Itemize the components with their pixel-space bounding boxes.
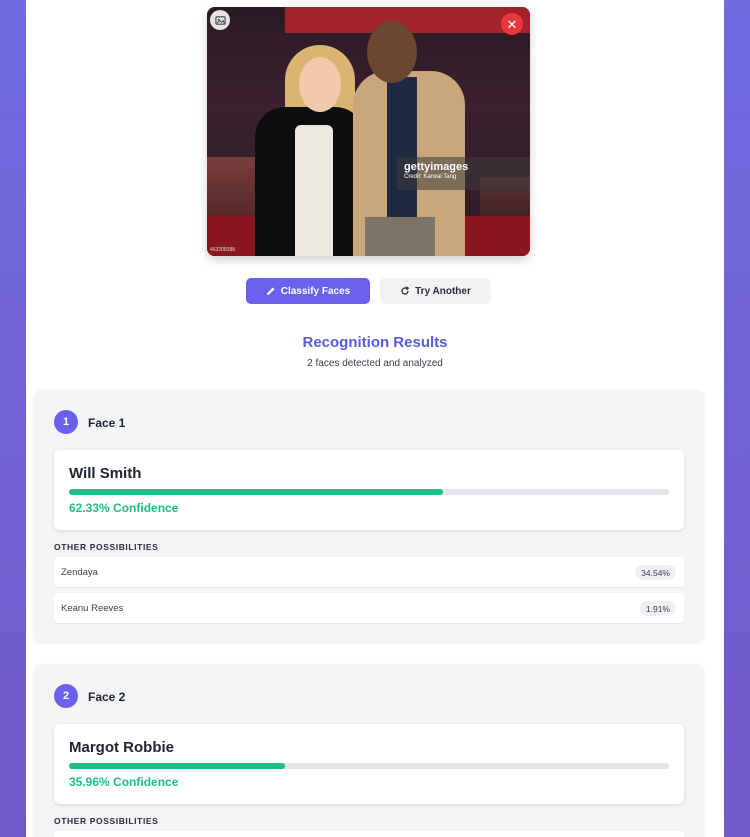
other-possibilities-title: OTHER POSSIBILITIES <box>54 816 159 826</box>
top-match-card: Margot Robbie 35.96% Confidence <box>54 724 684 804</box>
face-card-2: 2 Face 2 Margot Robbie 35.96% Confidence… <box>34 664 704 837</box>
confidence-text: 62.33% Confidence <box>69 501 179 515</box>
watermark: gettyimages Credit: Karwai Tang <box>397 157 530 190</box>
person-left-face <box>299 57 341 112</box>
face-number-badge: 1 <box>54 410 78 434</box>
top-match-name: Margot Robbie <box>69 739 174 756</box>
watermark-logo: gettyimages <box>404 161 469 173</box>
top-match-card: Will Smith 62.33% Confidence <box>54 450 684 530</box>
image-icon[interactable] <box>210 10 230 30</box>
classify-faces-button[interactable]: Classify Faces <box>246 278 370 304</box>
watermark-credit: Credit: Karwai Tang <box>404 174 457 180</box>
confidence-bar-fill <box>69 489 443 495</box>
alternative-name: Zendaya <box>61 567 98 578</box>
alternative-row: Zendaya 34.54% <box>54 557 684 587</box>
main-panel: gettyimages Credit: Karwai Tang 46320838… <box>26 0 724 837</box>
alternative-percent-badge: 34.54% <box>635 565 676 580</box>
other-possibilities-title: OTHER POSSIBILITIES <box>54 542 159 552</box>
results-title: Recognition Results <box>302 334 448 351</box>
image-id: 463208388 <box>210 247 236 253</box>
person-right-head <box>367 21 417 83</box>
try-another-button[interactable]: Try Another <box>380 278 491 304</box>
uploaded-photo: gettyimages Credit: Karwai Tang 46320838… <box>207 7 530 256</box>
top-match-name: Will Smith <box>69 465 142 482</box>
face-card-1: 1 Face 1 Will Smith 62.33% Confidence OT… <box>34 390 704 642</box>
close-icon[interactable]: ✕ <box>501 13 523 35</box>
alternative-name: Keanu Reeves <box>61 603 124 614</box>
person-left-dress <box>295 125 333 256</box>
face-label: Face 1 <box>88 416 126 430</box>
face-label: Face 2 <box>88 690 126 704</box>
classify-faces-label: Classify Faces <box>280 285 351 297</box>
face-number-badge: 2 <box>54 684 78 708</box>
alternative-row <box>54 831 684 837</box>
alternative-percent-badge: 1.91% <box>639 601 676 616</box>
results-subtitle: 2 faces detected and analyzed <box>307 358 443 369</box>
confidence-text: 35.96% Confidence <box>69 775 179 789</box>
person-right-legs <box>365 217 435 256</box>
confidence-bar <box>69 763 669 769</box>
confidence-bar-fill <box>69 763 285 769</box>
refresh-icon <box>401 286 410 295</box>
pencil-icon <box>266 287 275 295</box>
alternative-row: Keanu Reeves 1.91% <box>54 593 684 623</box>
confidence-bar <box>69 489 669 495</box>
try-another-label: Try Another <box>415 285 471 297</box>
